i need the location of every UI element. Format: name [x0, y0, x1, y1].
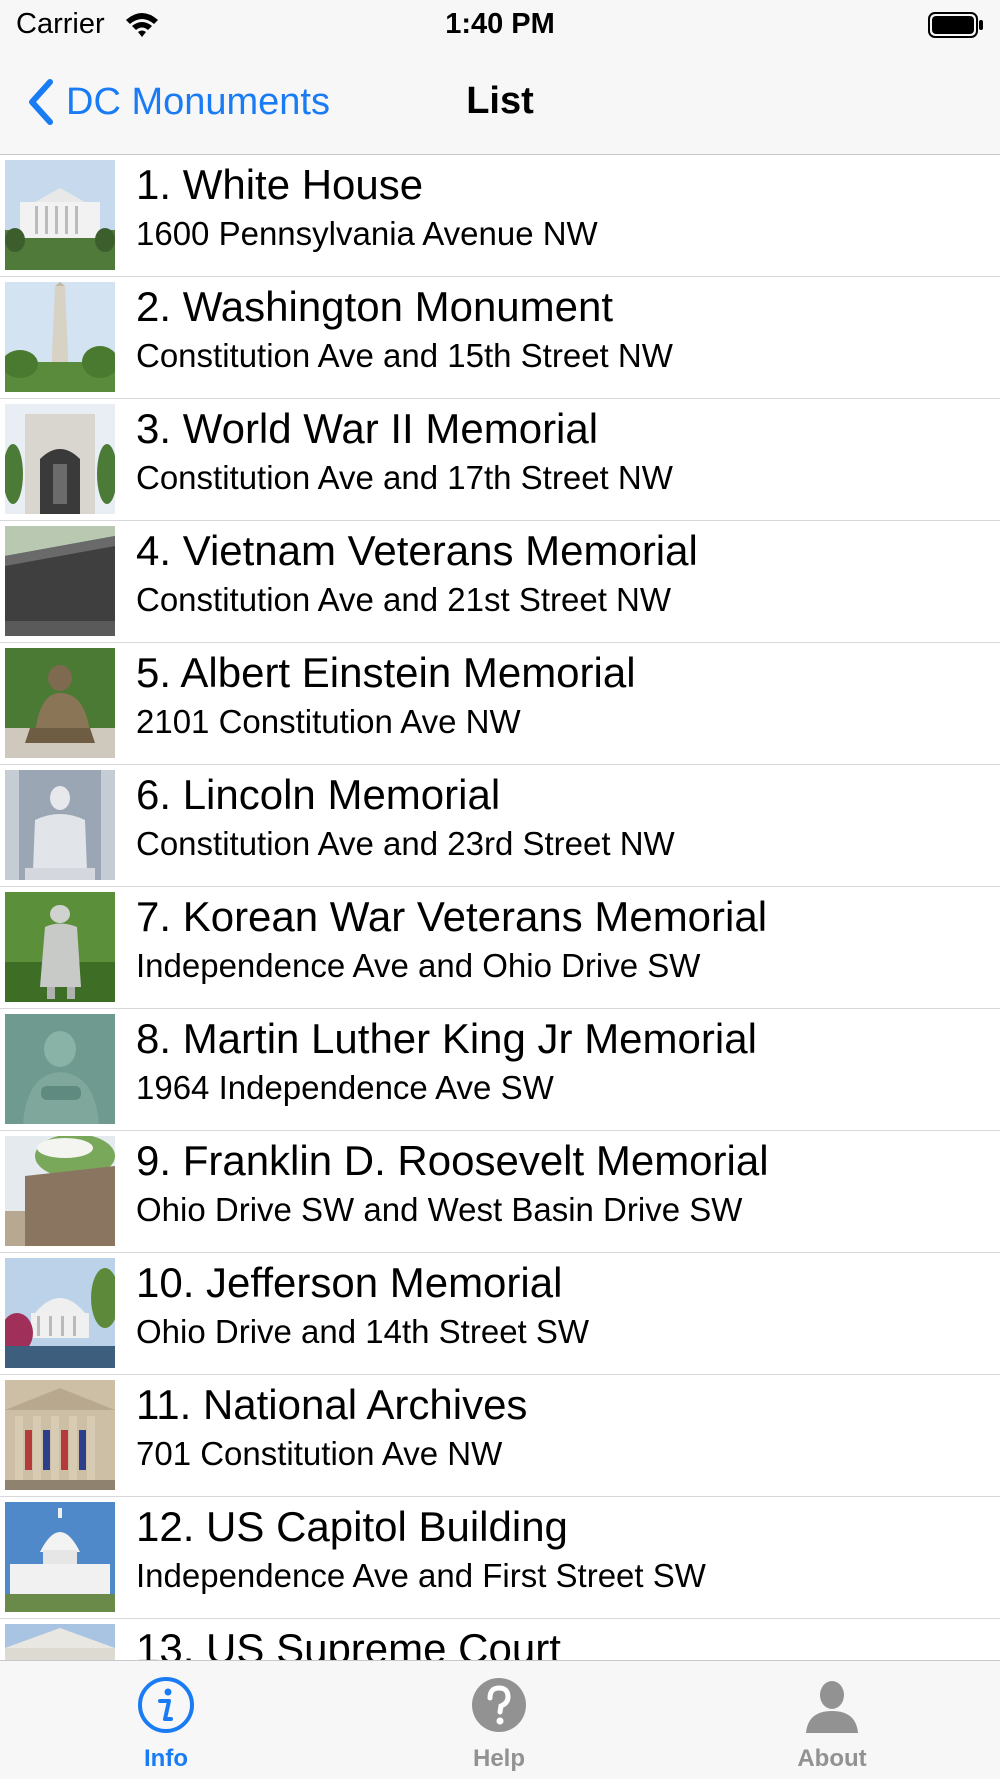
list-item-albert-einstein-memorial[interactable]: 5. Albert Einstein Memorial 2101 Constit… [0, 643, 1000, 765]
list-item-title: 9. Franklin D. Roosevelt Memorial [136, 1137, 769, 1184]
list-item-title: 8. Martin Luther King Jr Memorial [136, 1015, 757, 1062]
washington-monument-thumbnail [5, 282, 115, 392]
us-capitol-building-thumbnail [5, 1502, 115, 1612]
list-item-address: Constitution Ave and 23rd Street NW [136, 825, 675, 862]
list-item-title: 5. Albert Einstein Memorial [136, 649, 636, 696]
list-item-address: Constitution Ave and 17th Street NW [136, 459, 673, 496]
list-item-world-war-ii-memorial[interactable]: 3. World War II Memorial Constitution Av… [0, 399, 1000, 521]
info-circle-icon [138, 1677, 194, 1733]
franklin-d-roosevelt-memorial-thumbnail [5, 1136, 115, 1246]
vietnam-veterans-memorial-thumbnail [5, 526, 115, 636]
list-item-address: 2101 Constitution Ave NW [136, 703, 521, 740]
list-item-title: 4. Vietnam Veterans Memorial [136, 527, 698, 574]
list-item-address: Independence Ave and Ohio Drive SW [136, 947, 701, 984]
list-item-title: 11. National Archives [136, 1381, 528, 1428]
lincoln-memorial-thumbnail [5, 770, 115, 880]
question-circle-icon [472, 1678, 526, 1732]
status-time: 1:40 PM [445, 8, 555, 40]
list-item-us-supreme-court[interactable]: 13. US Supreme Court [0, 1619, 1000, 1660]
tab-info-label: Info [144, 1745, 188, 1772]
list-item-washington-monument[interactable]: 2. Washington Monument Constitution Ave … [0, 277, 1000, 399]
list-item-us-capitol-building[interactable]: 12. US Capitol Building Independence Ave… [0, 1497, 1000, 1619]
tab-help[interactable]: Help [389, 1661, 609, 1779]
jefferson-memorial-thumbnail [5, 1258, 115, 1368]
list-item-korean-war-veterans-memorial[interactable]: 7. Korean War Veterans Memorial Independ… [0, 887, 1000, 1009]
list-item-address: 701 Constitution Ave NW [136, 1435, 503, 1472]
tab-bar: Info Help About [0, 1660, 1000, 1779]
navigation-bar: DC Monuments List [0, 50, 1000, 155]
list-item-address: Independence Ave and First Street SW [136, 1557, 706, 1594]
monument-list: 1. White House 1600 Pennsylvania Avenue … [0, 155, 1000, 1660]
world-war-ii-memorial-thumbnail [5, 404, 115, 514]
list-item-title: 10. Jefferson Memorial [136, 1259, 563, 1306]
list-item-lincoln-memorial[interactable]: 6. Lincoln Memorial Constitution Ave and… [0, 765, 1000, 887]
korean-war-veterans-memorial-thumbnail [5, 892, 115, 1002]
tab-about-label: About [797, 1745, 867, 1772]
list-item-address: Constitution Ave and 21st Street NW [136, 581, 672, 618]
list-item-martin-luther-king-jr-memorial[interactable]: 8. Martin Luther King Jr Memorial 1964 I… [0, 1009, 1000, 1131]
list-item-title: 7. Korean War Veterans Memorial [136, 893, 768, 940]
list-item-title: 12. US Capitol Building [136, 1503, 568, 1550]
list-item-vietnam-veterans-memorial[interactable]: 4. Vietnam Veterans Memorial Constitutio… [0, 521, 1000, 643]
national-archives-thumbnail [5, 1380, 115, 1490]
list-item-title: 6. Lincoln Memorial [136, 771, 501, 818]
white-house-thumbnail [5, 160, 115, 270]
list-item-white-house[interactable]: 1. White House 1600 Pennsylvania Avenue … [0, 155, 1000, 277]
list-item-address: Ohio Drive and 14th Street SW [136, 1313, 590, 1350]
page-title: List [466, 80, 534, 122]
list-item-title: 3. World War II Memorial [136, 405, 599, 452]
list-item-address: 1600 Pennsylvania Avenue NW [136, 215, 598, 252]
list-item-jefferson-memorial[interactable]: 10. Jefferson Memorial Ohio Drive and 14… [0, 1253, 1000, 1375]
list-item-title: 2. Washington Monument [136, 283, 614, 330]
person-icon [806, 1681, 858, 1733]
list-item-franklin-d-roosevelt-memorial[interactable]: 9. Franklin D. Roosevelt Memorial Ohio D… [0, 1131, 1000, 1253]
list-item-address: Constitution Ave and 15th Street NW [136, 337, 673, 374]
martin-luther-king-jr-memorial-thumbnail [5, 1014, 115, 1124]
list-item-address: 1964 Independence Ave SW [136, 1069, 554, 1106]
list-item-title: 13. US Supreme Court [136, 1625, 561, 1660]
status-bar: Carrier 1:40 PM [0, 0, 1000, 50]
list-item-national-archives[interactable]: 11. National Archives 701 Constitution A… [0, 1375, 1000, 1497]
tab-help-label: Help [472, 1745, 525, 1772]
us-supreme-court-thumbnail [5, 1624, 115, 1660]
list-item-title: 1. White House [136, 161, 424, 208]
tab-about[interactable]: About [722, 1661, 942, 1779]
tab-info[interactable]: Info [56, 1661, 276, 1779]
list-item-address: Ohio Drive SW and West Basin Drive SW [136, 1191, 743, 1228]
battery-icon [928, 12, 983, 38]
albert-einstein-memorial-thumbnail [5, 648, 115, 758]
